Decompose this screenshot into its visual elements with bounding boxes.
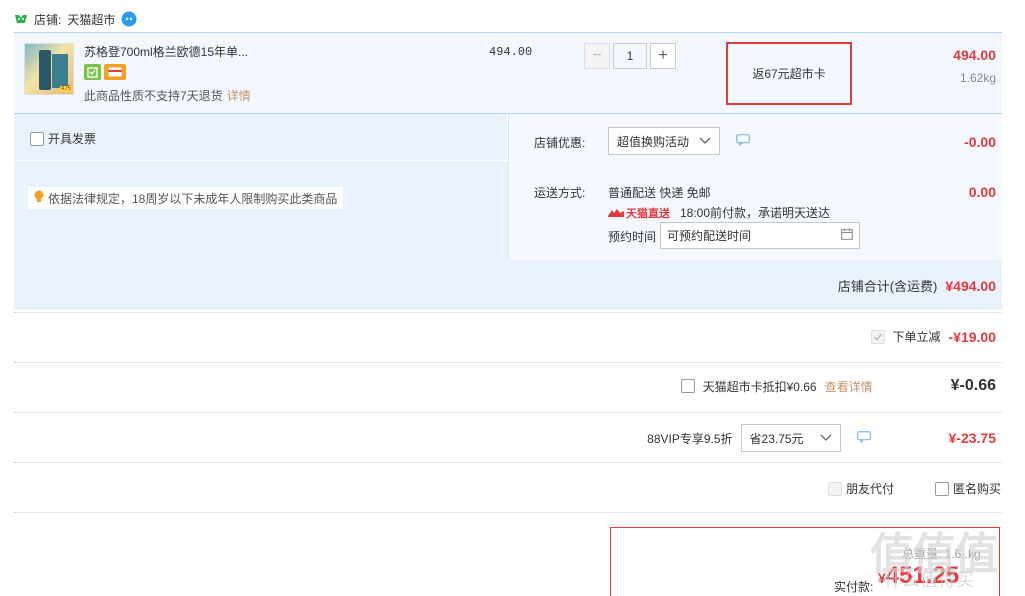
shop-promo-amount: -0.00 xyxy=(964,134,996,150)
friend-pay-checkbox xyxy=(828,481,842,496)
rebate-highlight: 返67元超市卡 xyxy=(726,42,852,105)
unit-price: 494.00 xyxy=(489,45,533,59)
shipping-promise: 天猫直送 18:00前付款，承诺明天送达 xyxy=(608,204,830,221)
shop-subtotal-value: ¥494.00 xyxy=(945,277,996,294)
appointment-placeholder: 可预约配送时间 xyxy=(667,229,752,243)
legal-notice: 依据法律规定，18周岁以下未成年人限制购买此类商品 xyxy=(28,187,344,209)
chevron-down-icon xyxy=(699,134,711,148)
appointment-label: 预约时间 xyxy=(608,230,657,244)
vip-discount-label: 88VIP专享9.5折 xyxy=(647,431,733,446)
friend-pay-option[interactable]: 朋友代付 xyxy=(828,480,894,497)
instant-discount-row: 下单立减 -¥19.00 xyxy=(14,312,1002,362)
delivery-promise-text: 18:00前付款，承诺明天送达 xyxy=(680,206,831,220)
tmall-direct-badge: 天猫直送 xyxy=(608,205,670,221)
promo-chat-icon[interactable] xyxy=(736,134,750,149)
shop-name[interactable]: 天猫超市 xyxy=(67,11,115,28)
rebate-text: 返67元超市卡 xyxy=(752,67,826,81)
tmall-direct-text: 天猫直送 xyxy=(626,207,670,220)
instant-discount: 下单立减 -¥19.00 xyxy=(870,328,996,345)
item-weight: 1.62kg xyxy=(959,71,996,85)
service-guarantee-icon[interactable] xyxy=(84,64,101,80)
shop-icon xyxy=(14,13,28,25)
instant-discount-checkbox xyxy=(870,329,885,344)
pay-label: 实付款: xyxy=(834,580,874,594)
watermark-text: 什么值得买 xyxy=(884,570,974,590)
friend-pay-label: 朋友代付 xyxy=(846,482,895,496)
supermarket-card-row: 天猫超市卡抵扣¥0.66 查看详情 ¥-0.66 xyxy=(14,362,1002,412)
calendar-icon[interactable] xyxy=(841,228,853,243)
chevron-down-icon xyxy=(820,431,832,445)
instant-discount-value: -¥19.00 xyxy=(948,328,996,345)
no-return-text: 此商品性质不支持7天退货 xyxy=(84,89,223,103)
vip-discount-selected: 省23.75元 xyxy=(749,431,804,446)
instant-discount-label: 下单立减 xyxy=(892,330,941,344)
shipping-method: 普通配送 快递 免邮 xyxy=(608,186,711,200)
shop-subtotal-label: 店铺合计(含运费) xyxy=(837,279,938,294)
anonymous-buy-label: 匿名购买 xyxy=(953,482,1002,496)
shop-header: 店铺: 天猫超市 xyxy=(14,10,137,28)
order-item-row: 475 苏格登700ml格兰欧德15年单... 此商品性质不支持7天退货 详情 4… xyxy=(14,32,1002,114)
divider xyxy=(14,160,508,161)
wangwang-chat-icon[interactable] xyxy=(121,11,137,27)
item-total: 494.00 xyxy=(953,47,996,63)
qty-increase-button[interactable]: + xyxy=(650,43,676,69)
invoice-checkbox[interactable] xyxy=(30,131,44,146)
legal-notice-text: 依据法律规定，18周岁以下未成年人限制购买此类商品 xyxy=(48,191,338,206)
vip-chat-icon[interactable] xyxy=(856,430,871,446)
shipping-fee: 0.00 xyxy=(968,184,996,200)
no-return-note: 此商品性质不支持7天退货 详情 xyxy=(84,87,251,104)
qty-input[interactable]: 1 xyxy=(613,43,647,69)
supermarket-card-detail-link[interactable]: 查看详情 xyxy=(825,378,873,395)
vip-discount-select[interactable]: 省23.75元 xyxy=(740,424,841,452)
shop-promo-value: 超值换购活动 xyxy=(617,134,690,149)
quantity-stepper: − 1 + xyxy=(584,43,676,69)
card-service-icon[interactable] xyxy=(104,64,126,80)
shop-promo-select[interactable]: 超值换购活动 xyxy=(608,127,720,155)
payment-options-row: 朋友代付 匿名购买 xyxy=(14,462,1002,512)
supermarket-card-deduct: 天猫超市卡抵扣¥0.66 查看详情 ¥-0.66 xyxy=(680,377,996,395)
vip-discount-row: 88VIP专享9.5折 省23.75元 ¥-23.75 xyxy=(14,412,1002,462)
supermarket-card-value: ¥-0.66 xyxy=(950,377,996,394)
shop-promo-label: 店铺优惠: xyxy=(534,136,586,150)
shipping-label: 运送方式: xyxy=(534,186,586,200)
shop-options-panel: 开具发票 依据法律规定，18周岁以下未成年人限制购买此类商品 店铺优惠: 超值换… xyxy=(14,114,1002,310)
shop-subtotal: 店铺合计(含运费) ¥494.00 xyxy=(838,276,996,295)
legal-section xyxy=(14,162,508,258)
product-title[interactable]: 苏格登700ml格兰欧德15年单... xyxy=(84,43,248,60)
appointment-time-input[interactable]: 可预约配送时间 xyxy=(660,222,860,249)
product-thumbnail[interactable]: 475 xyxy=(24,43,74,95)
no-return-detail-link[interactable]: 详情 xyxy=(227,89,251,103)
divider xyxy=(14,512,1002,513)
vip-discount: 88VIP专享9.5折 省23.75元 ¥-23.75 xyxy=(647,424,996,452)
service-badges xyxy=(84,64,126,80)
supermarket-card-label: 天猫超市卡抵扣¥0.66 xyxy=(702,379,817,394)
invoice-label: 开具发票 xyxy=(48,132,97,146)
shop-prefix: 店铺: xyxy=(34,12,62,27)
anonymous-buy-option[interactable]: 匿名购买 xyxy=(935,480,1001,497)
vip-discount-value: ¥-23.75 xyxy=(948,430,996,446)
bulb-icon xyxy=(34,190,44,206)
qty-decrease-button[interactable]: − xyxy=(584,43,610,69)
anonymous-buy-checkbox[interactable] xyxy=(935,481,949,496)
supermarket-card-checkbox[interactable] xyxy=(680,379,695,393)
thumb-tag: 475 xyxy=(59,86,72,92)
invoice-option[interactable]: 开具发票 xyxy=(30,130,96,147)
